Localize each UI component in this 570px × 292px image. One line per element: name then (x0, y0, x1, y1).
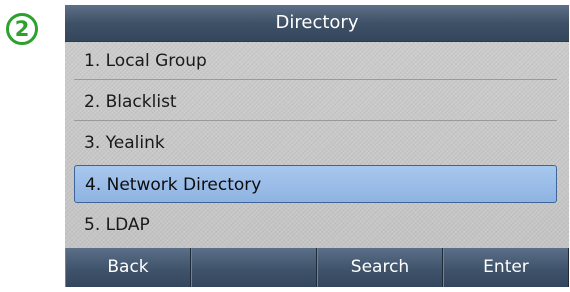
phone-screen: Directory 1. Local Group 2. Blacklist 3.… (65, 5, 569, 287)
enter-softkey[interactable]: Enter (443, 248, 569, 287)
softkey-bar: Back Search Enter (65, 248, 569, 287)
menu-item-ldap[interactable]: 5. LDAP (74, 206, 557, 244)
menu-item-blacklist[interactable]: 2. Blacklist (74, 83, 557, 121)
menu-item-local-group[interactable]: 1. Local Group (74, 42, 557, 80)
step-number-badge: 2 (6, 13, 38, 45)
menu-item-network-directory[interactable]: 4. Network Directory (74, 165, 557, 203)
blank-softkey[interactable] (191, 248, 317, 287)
screen-title: Directory (65, 5, 569, 42)
search-softkey[interactable]: Search (317, 248, 443, 287)
menu-item-yealink[interactable]: 3. Yealink (74, 124, 557, 162)
directory-menu-list: 1. Local Group 2. Blacklist 3. Yealink 4… (65, 42, 569, 248)
back-softkey[interactable]: Back (65, 248, 191, 287)
